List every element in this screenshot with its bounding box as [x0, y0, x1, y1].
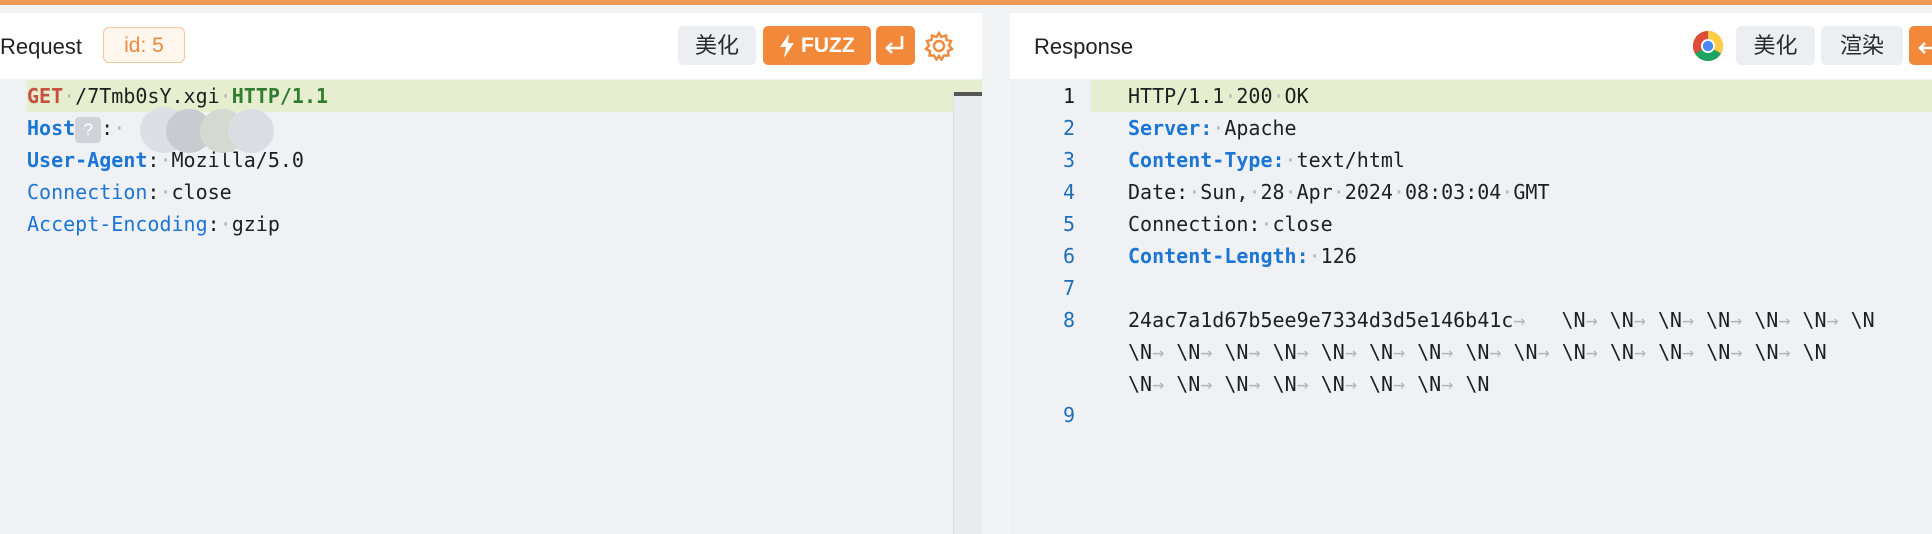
request-header: Request id: 5 美化 FUZZ: [0, 13, 982, 79]
response-beautify-button[interactable]: 美化: [1736, 26, 1815, 65]
response-line-4: Date:·Sun,·28·Apr·2024·08:03:04·GMT: [1128, 180, 1550, 204]
response-editor[interactable]: 1 2 3 4 5 6 7 8 9 HTTP/1.1·200·OK Server…: [1010, 79, 1932, 534]
line-number: 4: [1062, 180, 1075, 204]
line-number: 8: [1062, 308, 1075, 332]
request-line-2: Host?:·: [27, 112, 125, 144]
bolt-icon: [780, 34, 794, 58]
response-title: Response: [1034, 34, 1134, 59]
wrap-icon: [1918, 42, 1932, 54]
response-line-1: HTTP/1.1·200·OK: [1128, 84, 1309, 108]
response-line-8: 24ac7a1d67b5ee9e7334d3d5e146b41c→ \N→ \N…: [1128, 308, 1875, 332]
fuzz-button[interactable]: FUZZ: [763, 26, 871, 65]
line-number: 6: [1062, 244, 1075, 268]
line-number: 1: [1062, 84, 1075, 108]
help-badge[interactable]: ?: [75, 116, 102, 143]
fuzz-label: FUZZ: [801, 34, 855, 57]
request-wrap-button[interactable]: [876, 26, 915, 65]
response-line-6: Content-Length:·126: [1128, 244, 1357, 268]
request-panel: Request id: 5 美化 FUZZ GET·/7Tmb0sY.xgi·H…: [0, 13, 982, 534]
request-editor[interactable]: GET·/7Tmb0sY.xgi·HTTP/1.1 Host?:· User-A…: [0, 79, 982, 534]
response-wrap-button[interactable]: [1909, 26, 1932, 65]
request-title: Request: [0, 34, 82, 59]
render-button[interactable]: 渲染: [1821, 26, 1903, 65]
response-panel: Response 美化 渲染 1 2 3 4 5 6 7 8 9 HTTP/1.…: [1010, 13, 1932, 534]
request-beautify-button[interactable]: 美化: [678, 26, 756, 65]
response-header: Response 美化 渲染: [1010, 13, 1932, 79]
request-scrollbar[interactable]: [953, 92, 982, 534]
line-number: 7: [1062, 276, 1075, 300]
line-number: 9: [1062, 403, 1075, 427]
chrome-icon[interactable]: [1692, 30, 1724, 62]
scroll-thumb[interactable]: [954, 92, 982, 96]
response-line-2: Server:·Apache: [1128, 116, 1297, 140]
line-number: 3: [1062, 148, 1075, 172]
line-number: 5: [1062, 212, 1075, 236]
response-line-3: Content-Type:·text/html: [1128, 148, 1405, 172]
request-line-5: Accept-Encoding:·gzip: [27, 212, 280, 236]
wrap-icon: [885, 36, 904, 54]
request-id-badge: id: 5: [103, 27, 185, 63]
line-number: 2: [1062, 116, 1075, 140]
request-line-4: Connection:·close: [27, 180, 232, 204]
response-line-5: Connection:·close: [1128, 212, 1333, 236]
gear-icon[interactable]: [924, 31, 954, 61]
request-line-1: GET·/7Tmb0sY.xgi·HTTP/1.1: [27, 84, 329, 108]
response-line-8-wrap-1: \N→ \N→ \N→ \N→ \N→ \N→ \N→ \N→ \N→ \N→ …: [1128, 340, 1827, 364]
response-line-8-wrap-2: \N→ \N→ \N→ \N→ \N→ \N→ \N→ \N: [1128, 372, 1490, 396]
